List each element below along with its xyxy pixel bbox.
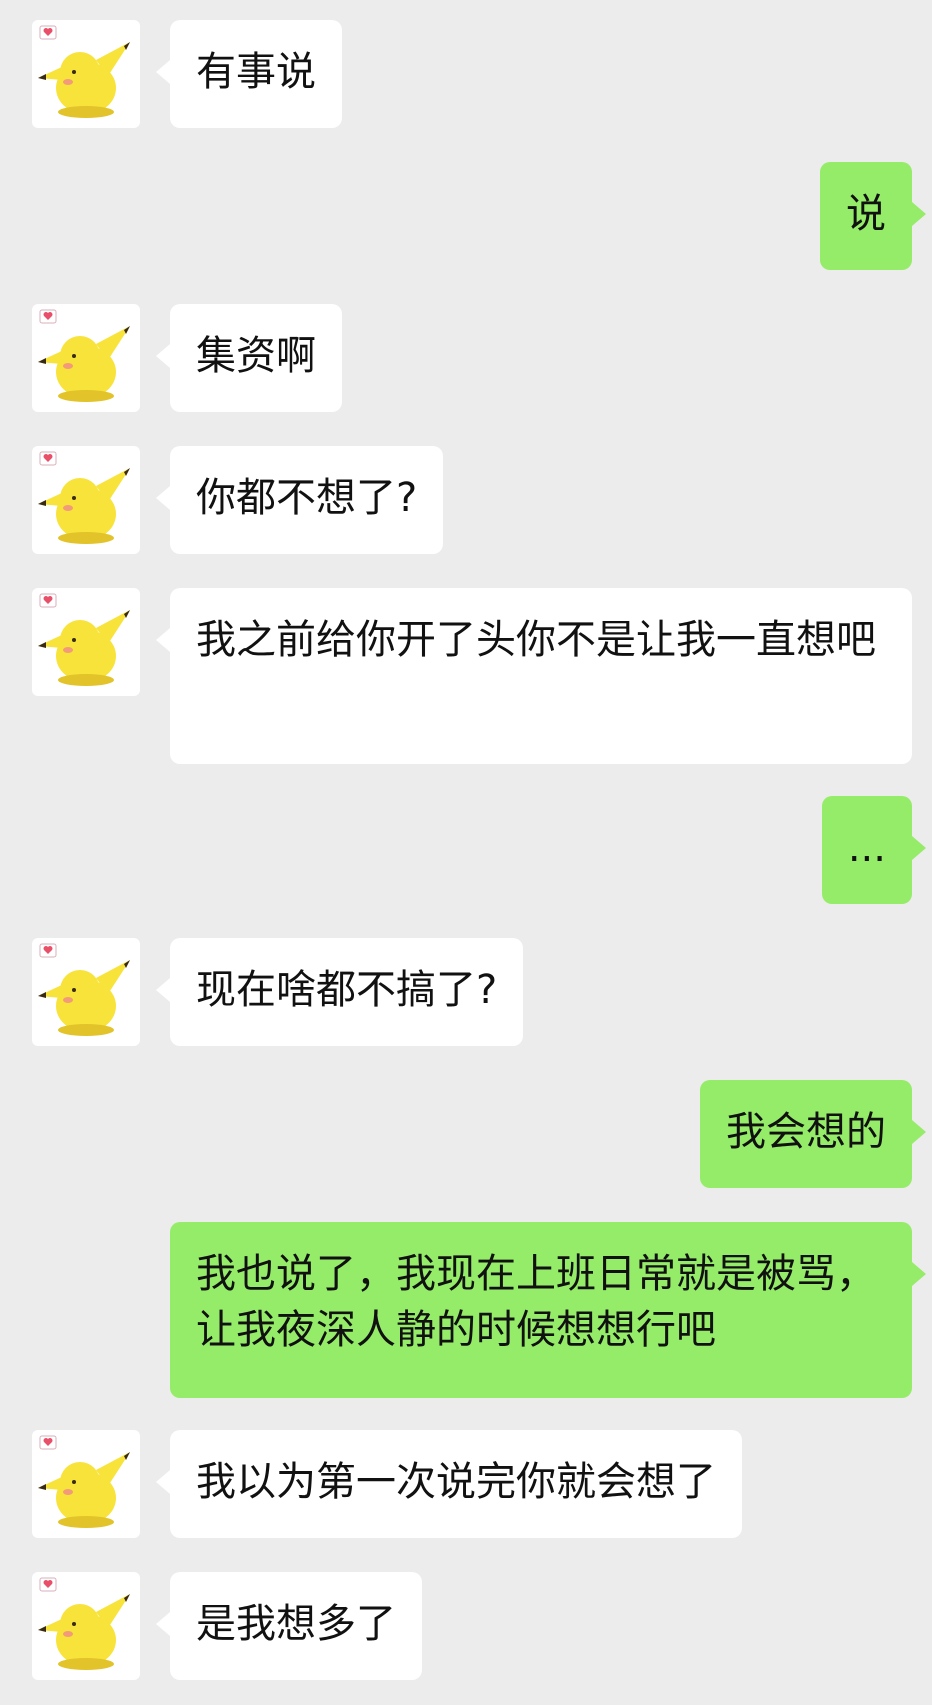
pikachu-avatar-icon <box>38 309 130 402</box>
avatar[interactable] <box>32 446 140 554</box>
incoming-message-bubble[interactable]: 是我想多了 <box>156 1572 422 1680</box>
message-text: 是我想多了 <box>196 1601 396 1647</box>
incoming-message-bubble[interactable]: 现在啥都不搞了? <box>155 938 524 1046</box>
message-text: 我以为第一次说完你就会想了 <box>196 1459 716 1505</box>
message-text: 现在啥都不搞了? <box>196 967 498 1013</box>
incoming-message-bubble[interactable]: 我以为第一次说完你就会想了 <box>156 1430 742 1538</box>
message-row: 有事说 <box>0 20 932 128</box>
message-text: 你都不想了? <box>196 475 418 521</box>
message-text: 有事说 <box>196 49 316 95</box>
message-text: 我之前给你开了头你不是让我一直想吧 <box>196 617 876 663</box>
message-row: 我会想的 <box>0 1080 932 1188</box>
pikachu-avatar-icon <box>38 943 130 1036</box>
message-text: 我也说了，我现在上班日常就是被骂，让我夜深人静的时候想想行吧 <box>196 1251 876 1353</box>
pikachu-avatar-icon <box>38 1435 130 1528</box>
message-row: 集资啊 <box>0 304 932 412</box>
message-row: 现在啥都不搞了? <box>0 938 932 1046</box>
message-row: ... <box>0 796 932 904</box>
message-row: 是我想多了 <box>0 1572 932 1680</box>
message-row: 你都不想了? <box>0 446 932 554</box>
message-row: 我也说了，我现在上班日常就是被骂，让我夜深人静的时候想想行吧 <box>0 1222 932 1398</box>
outgoing-message-bubble[interactable]: ... <box>821 796 927 904</box>
incoming-message-bubble[interactable]: 你都不想了? <box>155 446 444 554</box>
incoming-message-bubble[interactable]: 有事说 <box>156 20 342 128</box>
outgoing-message-bubble[interactable]: 说 <box>820 162 926 270</box>
message-row: 我之前给你开了头你不是让我一直想吧 <box>0 588 932 764</box>
avatar[interactable] <box>32 1430 140 1538</box>
outgoing-message-bubble[interactable]: 我也说了，我现在上班日常就是被骂，让我夜深人静的时候想想行吧 <box>170 1222 926 1398</box>
avatar[interactable] <box>32 20 140 128</box>
message-text: 集资啊 <box>196 333 316 379</box>
incoming-message-bubble[interactable]: 集资啊 <box>156 304 342 412</box>
avatar[interactable] <box>32 1572 140 1680</box>
message-text: 我会想的 <box>726 1109 886 1155</box>
avatar[interactable] <box>32 304 140 412</box>
outgoing-message-bubble[interactable]: 我会想的 <box>700 1080 926 1188</box>
message-text: ... <box>847 825 886 871</box>
avatar[interactable] <box>32 588 140 696</box>
message-row: 说 <box>0 162 932 270</box>
pikachu-avatar-icon <box>38 25 130 118</box>
message-row: 我以为第一次说完你就会想了 <box>0 1430 932 1538</box>
pikachu-avatar-icon <box>38 1577 130 1670</box>
pikachu-avatar-icon <box>38 451 130 544</box>
message-text: 说 <box>846 191 886 237</box>
avatar[interactable] <box>32 938 140 1046</box>
pikachu-avatar-icon <box>38 593 130 686</box>
incoming-message-bubble[interactable]: 我之前给你开了头你不是让我一直想吧 <box>156 588 912 764</box>
